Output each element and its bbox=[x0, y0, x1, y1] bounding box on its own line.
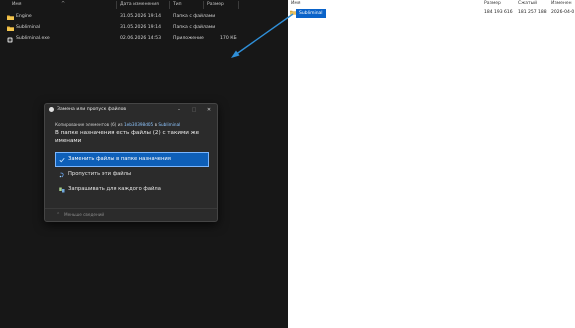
file-type: Приложение bbox=[173, 36, 204, 41]
file-type: Папка с файлами bbox=[173, 14, 216, 19]
compare-icon bbox=[59, 187, 65, 192]
file-date: 31.05.2026 19:14 bbox=[120, 25, 162, 30]
file-type: Папка с файлами bbox=[173, 25, 216, 30]
file-date: 31.05.2026 19:14 bbox=[120, 14, 162, 19]
file-name: Subliminal bbox=[16, 25, 41, 30]
file-copy-icon bbox=[49, 107, 54, 112]
column-header-name[interactable]: Имя bbox=[291, 0, 300, 8]
source-folder-link[interactable]: 1eb30398d05 bbox=[124, 122, 153, 127]
archive-item-name[interactable]: Subliminal bbox=[296, 8, 326, 18]
column-header-size[interactable]: Размер bbox=[484, 0, 501, 8]
file-date: 02.06.2026 14:53 bbox=[120, 36, 162, 41]
copy-info: Копирование элементов (6) из 1eb30398d05… bbox=[55, 122, 180, 128]
desktop: Имя ^ Дата изменения Тип Размер Engine 3… bbox=[0, 0, 575, 328]
close-button[interactable]: ✕ bbox=[203, 104, 215, 116]
column-header-compressed[interactable]: Сжатый bbox=[518, 0, 537, 8]
file-size: 170 КБ bbox=[220, 36, 237, 41]
copy-info-mid: в bbox=[154, 122, 158, 127]
column-divider[interactable] bbox=[238, 1, 239, 9]
copy-info-prefix: Копирование элементов (6) из bbox=[55, 122, 123, 127]
option-label: Заменить файлы в папке назначения bbox=[68, 156, 171, 162]
folder-icon bbox=[7, 15, 14, 20]
column-divider[interactable] bbox=[169, 1, 170, 9]
file-row-engine[interactable]: Engine 31.05.2026 19:14 Папка с файлами bbox=[0, 12, 288, 22]
archive-window: Имя Размер Сжатый Изменен Subliminal 184… bbox=[288, 0, 575, 328]
column-header-name[interactable]: Имя bbox=[12, 0, 21, 10]
skip-icon bbox=[59, 172, 64, 177]
skip-files-option[interactable]: Пропустить эти файлы bbox=[56, 168, 208, 181]
minimize-button[interactable]: – bbox=[173, 104, 185, 116]
replace-or-skip-dialog: Замена или пропуск файлов – □ ✕ Копирова… bbox=[44, 103, 218, 222]
replace-files-option[interactable]: Заменить файлы в папке назначения bbox=[55, 152, 209, 167]
option-label: Запрашивать для каждого файла bbox=[68, 186, 161, 192]
chevron-up-icon: ⌃ bbox=[56, 212, 61, 218]
file-row-subliminal-folder[interactable]: Subliminal 31.05.2026 19:14 Папка с файл… bbox=[0, 23, 288, 33]
archive-item-modified: 2026-04-0 bbox=[551, 10, 575, 15]
archive-item-size: 184 193 616 bbox=[484, 10, 513, 15]
archive-row-subliminal[interactable]: Subliminal 184 193 616 181 257 188 2026-… bbox=[288, 8, 575, 18]
column-header-date[interactable]: Дата изменения bbox=[120, 0, 159, 10]
column-divider[interactable] bbox=[116, 1, 117, 9]
details-toggle[interactable]: ⌃ Меньше сведений bbox=[45, 208, 217, 221]
dialog-titlebar[interactable]: Замена или пропуск файлов – □ ✕ bbox=[45, 104, 217, 116]
exe-icon bbox=[7, 37, 13, 42]
details-label[interactable]: Меньше сведений bbox=[64, 209, 104, 221]
ask-each-file-option[interactable]: Запрашивать для каждого файла bbox=[56, 183, 208, 196]
conflict-heading: В папке назначения есть файлы (2) с таки… bbox=[55, 130, 200, 144]
archive-item-compressed: 181 257 188 bbox=[518, 10, 547, 15]
maximize-button[interactable]: □ bbox=[188, 104, 200, 116]
folder-icon bbox=[7, 26, 14, 31]
column-header-size[interactable]: Размер bbox=[207, 0, 224, 10]
column-header-type[interactable]: Тип bbox=[173, 0, 182, 10]
dialog-title: Замена или пропуск файлов bbox=[57, 107, 127, 112]
check-icon bbox=[59, 157, 65, 162]
file-row-subliminal-exe[interactable]: Subliminal.exe 02.06.2026 14:53 Приложен… bbox=[0, 34, 288, 44]
file-name: Engine bbox=[16, 14, 32, 19]
file-name: Subliminal.exe bbox=[16, 36, 50, 41]
option-label: Пропустить эти файлы bbox=[68, 171, 132, 177]
dest-folder-link[interactable]: Subliminal bbox=[158, 122, 180, 127]
column-divider[interactable] bbox=[203, 1, 204, 9]
sort-up-icon: ^ bbox=[61, 1, 66, 7]
column-header-modified[interactable]: Изменен bbox=[551, 0, 572, 8]
